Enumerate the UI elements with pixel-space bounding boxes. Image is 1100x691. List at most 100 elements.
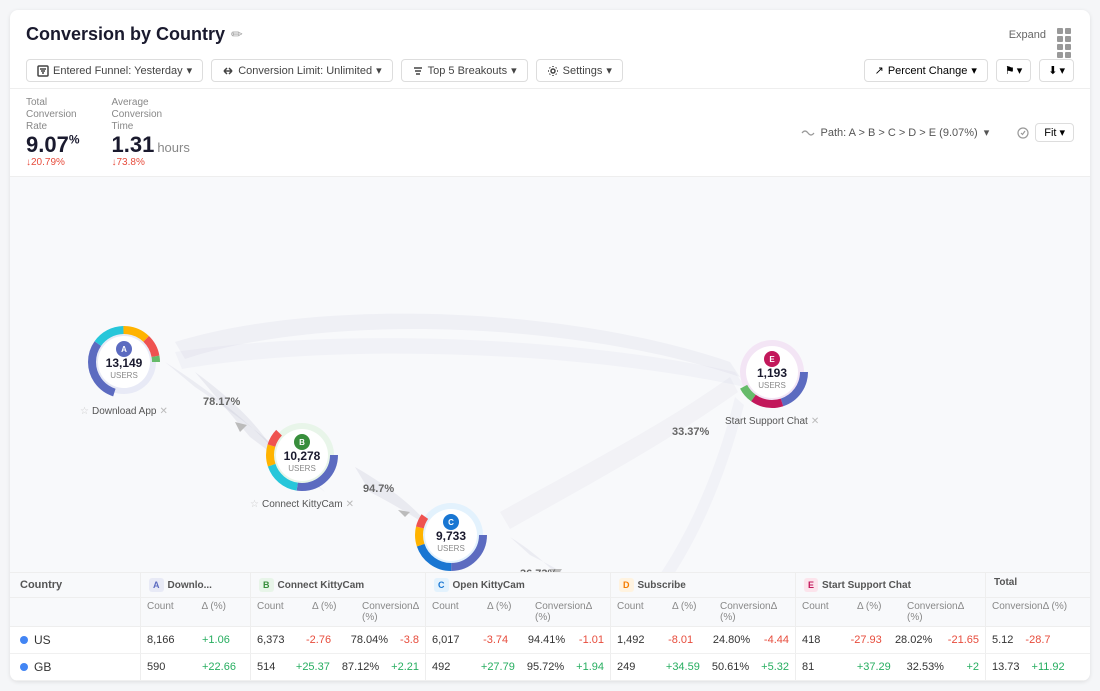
us-b-count: 6,373 bbox=[251, 629, 300, 651]
sub-th-b-conv: ConversionΔ (%) bbox=[356, 598, 425, 626]
gb-total-cd: +11.92 bbox=[1026, 656, 1071, 678]
flag-button[interactable]: ⚑ ▾ bbox=[996, 59, 1031, 82]
funnel-filter-button[interactable]: Entered Funnel: Yesterday ▾ bbox=[26, 59, 203, 82]
cell-us-b: 6,373 -2.76 78.04% -3.8 bbox=[250, 627, 425, 653]
sub-th-b-delta: Δ (%) bbox=[306, 598, 356, 626]
table-section: Country A Downlo... B Connect KittyCam C bbox=[10, 572, 1090, 681]
th-group-a: A Downlo... bbox=[140, 573, 250, 597]
star-icon-b[interactable]: ☆ bbox=[250, 499, 259, 510]
group-label-c: C bbox=[434, 578, 449, 592]
cell-us-d: 1,492 -8.01 24.80% -4.44 bbox=[610, 627, 795, 653]
cell-us-country: US bbox=[10, 627, 140, 653]
funnel-area: 78.17% 94.7% 36.73% 33.37% A A 13, bbox=[10, 177, 1090, 572]
svg-text:33.37%: 33.37% bbox=[672, 426, 710, 438]
sub-th-e-count: Count bbox=[796, 598, 851, 626]
us-total-conv: 5.12 bbox=[986, 629, 1019, 651]
node-e-text: Start Support Chat bbox=[725, 416, 808, 427]
us-c-count: 6,017 bbox=[426, 629, 477, 651]
settings-button[interactable]: Settings ▾ bbox=[536, 59, 623, 82]
flag-icon: ⚑ bbox=[1005, 64, 1015, 77]
us-e-cd: -21.65 bbox=[942, 629, 985, 651]
expand-button[interactable]: Expand bbox=[1009, 29, 1046, 41]
total-conversion-change: ↓20.79% bbox=[26, 157, 80, 168]
cell-us-total: 5.12 -28.7 bbox=[985, 627, 1090, 653]
us-total-cd: -28.7 bbox=[1019, 629, 1056, 651]
gb-d-cd: +5.32 bbox=[755, 656, 795, 678]
percent-change-button[interactable]: ↗ Percent Change ▾ bbox=[864, 59, 988, 82]
close-icon-b[interactable]: ✕ bbox=[346, 499, 354, 510]
group-label-b: B bbox=[259, 578, 274, 592]
node-b-text: Connect KittyCam bbox=[262, 499, 343, 510]
metrics-bar: Total Conversion Rate 9.07% ↓20.79% Aver… bbox=[10, 89, 1090, 177]
th-a-text: Downlo... bbox=[168, 580, 212, 591]
us-dot bbox=[20, 636, 28, 644]
us-b-cd: -3.8 bbox=[394, 629, 425, 651]
sub-th-a-count: Count bbox=[141, 598, 196, 626]
sub-th-c-conv: ConversionΔ (%) bbox=[529, 598, 610, 626]
us-d-count: 1,492 bbox=[611, 629, 662, 651]
breakouts-chevron-icon: ▾ bbox=[511, 64, 517, 77]
conv-limit-chevron-icon: ▾ bbox=[376, 64, 382, 77]
download-button[interactable]: ⬇ ▾ bbox=[1039, 59, 1074, 82]
sub-th-c-count: Count bbox=[426, 598, 481, 626]
us-b-delta: -2.76 bbox=[300, 629, 345, 651]
total-conversion-label: Total Conversion Rate bbox=[26, 97, 80, 133]
sub-th-country bbox=[10, 598, 140, 626]
th-group-d: D Subscribe bbox=[610, 573, 795, 597]
th-group-c: C Open KittyCam bbox=[425, 573, 610, 597]
grid-icon[interactable] bbox=[1054, 25, 1074, 45]
gb-c-delta: +27.79 bbox=[475, 656, 521, 678]
th-country: Country bbox=[10, 573, 140, 597]
cell-gb-c: 492 +27.79 95.72% +1.94 bbox=[425, 654, 610, 680]
svg-text:A: A bbox=[121, 345, 127, 354]
gb-e-count: 81 bbox=[796, 656, 851, 678]
svg-text:USERS: USERS bbox=[758, 381, 786, 390]
svg-text:13,149: 13,149 bbox=[106, 356, 143, 370]
svg-text:94.7%: 94.7% bbox=[363, 483, 394, 495]
node-c: C 9,733 USERS ☆ Open KittyCam ✕ bbox=[405, 495, 496, 572]
sub-th-total-conv: ConversionΔ (%) bbox=[986, 598, 1090, 626]
sub-th-c-delta: Δ (%) bbox=[481, 598, 529, 626]
us-a-delta: +1.06 bbox=[196, 629, 250, 651]
us-e-conv: 28.02% bbox=[889, 629, 942, 651]
gb-e-cd: +2 bbox=[960, 656, 985, 678]
gb-b-delta: +25.37 bbox=[290, 656, 336, 678]
settings-label: Settings bbox=[563, 65, 603, 77]
close-icon-e[interactable]: ✕ bbox=[811, 416, 819, 427]
funnel-svg: 78.17% 94.7% 36.73% 33.37% bbox=[10, 177, 1090, 572]
sub-th-e-delta: Δ (%) bbox=[851, 598, 901, 626]
conversion-limit-button[interactable]: Conversion Limit: Unlimited ▾ bbox=[211, 59, 392, 82]
gb-b-cd: +2.21 bbox=[385, 656, 425, 678]
gb-e-conv: 32.53% bbox=[901, 656, 961, 678]
us-e-count: 418 bbox=[796, 629, 845, 651]
sub-th-a: Count Δ (%) bbox=[140, 598, 250, 626]
node-e-label: Start Support Chat ✕ bbox=[725, 416, 819, 427]
th-total: Total bbox=[985, 573, 1090, 597]
svg-text:USERS: USERS bbox=[288, 464, 316, 473]
cell-us-e: 418 -27.93 28.02% -21.65 bbox=[795, 627, 985, 653]
settings-chevron-icon: ▾ bbox=[606, 64, 612, 77]
donut-a: A A 13,149 USERS bbox=[84, 322, 164, 402]
cell-gb-d: 249 +34.59 50.61% +5.32 bbox=[610, 654, 795, 680]
svg-text:USERS: USERS bbox=[437, 544, 465, 553]
gb-dot bbox=[20, 663, 28, 671]
close-icon-a[interactable]: ✕ bbox=[159, 406, 167, 417]
cell-us-a: 8,166 +1.06 bbox=[140, 627, 250, 653]
svg-text:10,278: 10,278 bbox=[284, 449, 321, 463]
svg-text:C: C bbox=[448, 518, 454, 527]
us-c-delta: -3.74 bbox=[477, 629, 522, 651]
edit-icon[interactable]: ✏ bbox=[231, 26, 243, 43]
star-icon-a[interactable]: ☆ bbox=[80, 406, 89, 417]
table-scroll[interactable]: Country A Downlo... B Connect KittyCam C bbox=[10, 573, 1090, 681]
fit-button[interactable]: Fit ▾ bbox=[1035, 123, 1074, 142]
node-a-label: ☆ Download App ✕ bbox=[80, 406, 168, 417]
svg-text:B: B bbox=[299, 438, 305, 447]
sub-th-a-delta: Δ (%) bbox=[196, 598, 251, 626]
avg-time-metric: Average Conversion Time 1.31hours ↓73.8% bbox=[112, 97, 190, 168]
breakouts-button[interactable]: Top 5 Breakouts ▾ bbox=[401, 59, 528, 82]
table-row-gb: GB 590 +22.66 514 +25.37 87.12% +2.21 49… bbox=[10, 654, 1090, 681]
cell-gb-a: 590 +22.66 bbox=[140, 654, 250, 680]
th-d-text: Subscribe bbox=[638, 580, 686, 591]
node-a: A A 13,149 USERS ☆ Download App ✕ bbox=[80, 322, 168, 417]
us-d-cd: -4.44 bbox=[758, 629, 795, 651]
